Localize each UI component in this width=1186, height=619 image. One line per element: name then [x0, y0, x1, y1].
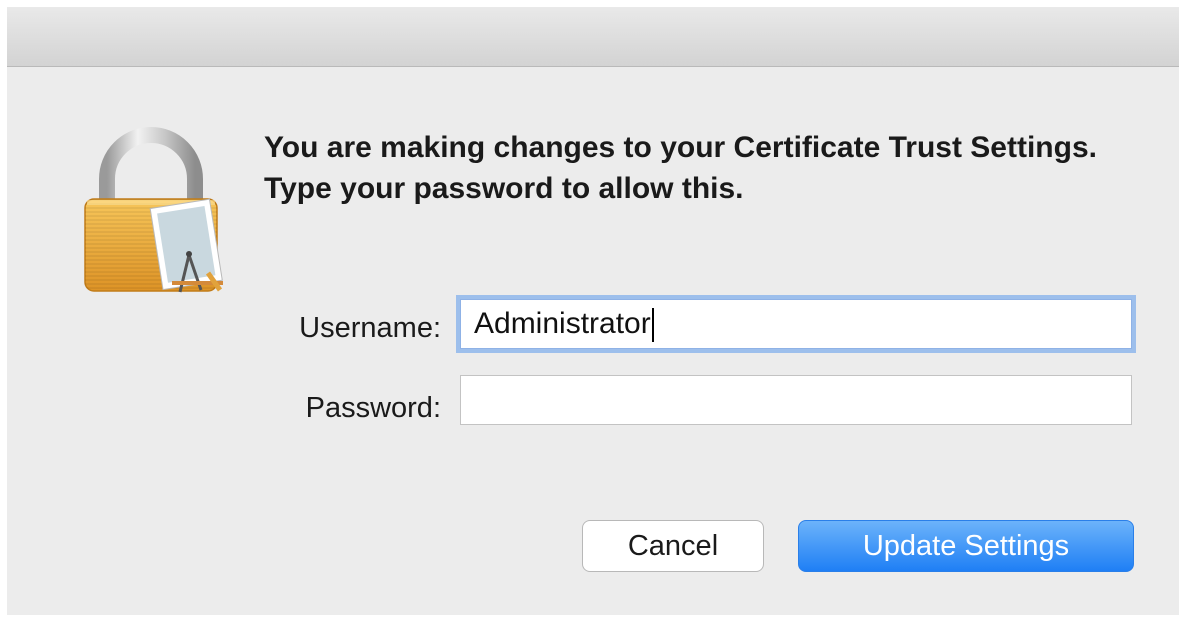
- authentication-dialog: You are making changes to your Certifica…: [7, 7, 1179, 615]
- username-label: Username:: [299, 312, 441, 344]
- text-caret: [651, 308, 654, 343]
- password-field[interactable]: [460, 375, 1132, 425]
- dialog-titlebar[interactable]: [7, 7, 1179, 67]
- username-value: Administrator: [474, 307, 651, 340]
- dialog-message: You are making changes to your Certifica…: [264, 131, 1097, 205]
- update-settings-button[interactable]: Update Settings: [798, 520, 1134, 572]
- username-field[interactable]: Administrator: [460, 299, 1132, 349]
- cancel-button[interactable]: Cancel: [582, 520, 764, 572]
- lock-certificate-icon: [84, 127, 223, 293]
- password-label: Password:: [305, 392, 441, 424]
